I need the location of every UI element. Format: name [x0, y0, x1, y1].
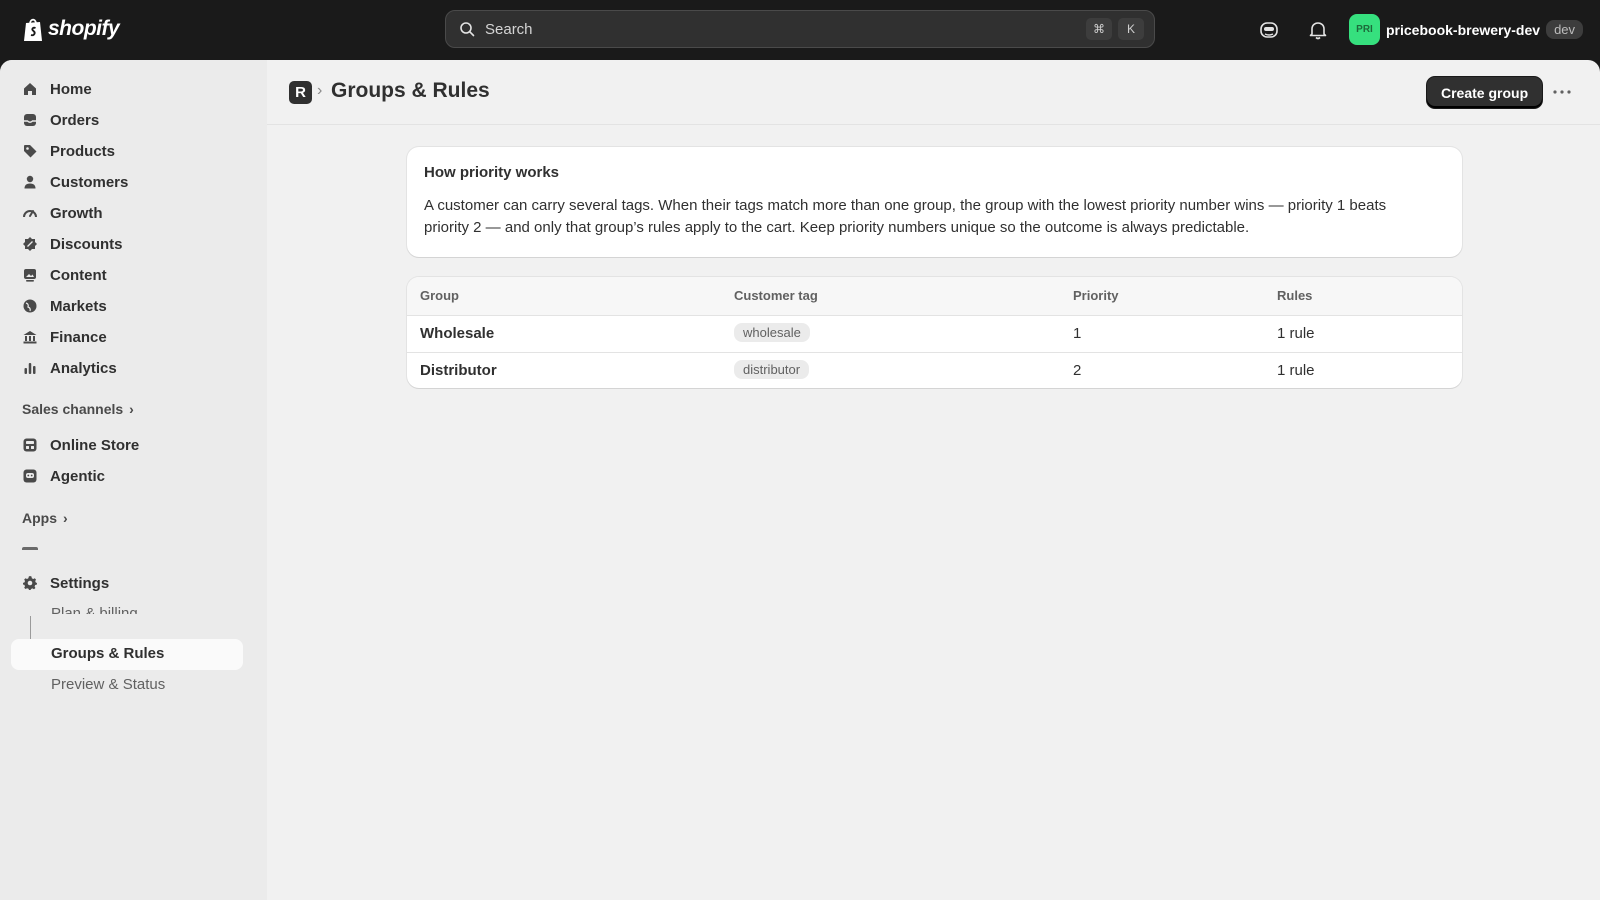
person-icon — [24, 175, 36, 189]
sidebar-item-agentic[interactable]: Agentic — [22, 463, 105, 489]
priority-value: 1 — [1073, 325, 1082, 342]
priority-value: 2 — [1073, 362, 1082, 379]
apps-header[interactable]: Apps › — [22, 510, 68, 526]
search-bar[interactable]: ⌘ K — [445, 10, 1155, 48]
sidebar-item-customers[interactable]: Customers — [22, 169, 128, 195]
group-name[interactable]: Wholesale — [420, 325, 494, 342]
chevron-right-icon: › — [129, 401, 134, 417]
globe-icon — [23, 299, 37, 313]
sidebar-item-orders[interactable]: Orders — [22, 107, 99, 133]
priority-info-card: How priority works A customer can carry … — [407, 147, 1462, 257]
info-card-body: A customer can carry several tags. When … — [424, 197, 1387, 236]
sidebar-item-products[interactable]: Products — [22, 138, 115, 164]
sidebar-item-label: Content — [50, 266, 107, 284]
rules-count: 1 rule — [1277, 362, 1315, 379]
column-header-priority: Priority — [1073, 288, 1119, 303]
sidebar-item-markets[interactable]: Markets — [22, 293, 107, 319]
main-content: R › Groups & Rules Create group How prio… — [267, 60, 1600, 900]
inbox-icon — [24, 114, 36, 126]
gear-icon — [23, 576, 37, 590]
column-header-rules: Rules — [1277, 288, 1313, 303]
robot-icon — [23, 469, 37, 483]
sales-channels-label: Sales channels — [22, 401, 124, 417]
search-input[interactable] — [483, 19, 1086, 39]
sidebar-item-home[interactable]: Home — [22, 76, 92, 102]
sidebar-item-label: Online Store — [50, 436, 140, 454]
sidebar-item-growth[interactable]: Growth — [22, 200, 103, 226]
sidebar-item-label: Settings — [50, 574, 110, 592]
gauge-icon — [23, 210, 37, 218]
image-icon — [24, 269, 36, 282]
sidebar-item-settings[interactable]: Settings — [22, 570, 109, 596]
page-header: R › Groups & Rules Create group — [267, 60, 1600, 125]
shopify-logo[interactable]: shopify — [22, 16, 120, 42]
sidebar-item-label: Orders — [50, 111, 100, 129]
sidebar: Home Orders Products Customers Growth Di… — [0, 60, 267, 900]
tag-icon — [24, 145, 37, 158]
discount-icon — [23, 237, 37, 251]
sidebar-item-label: Finance — [50, 328, 107, 346]
sidebar-subitem-groups-rules-label: Groups & Rules — [51, 645, 165, 662]
customer-tag-badge: distributor — [734, 360, 810, 379]
sidebar-subitem-preview-status[interactable]: Preview & Status — [51, 676, 165, 693]
customer-tag-badge: wholesale — [734, 323, 810, 342]
sidebar-subitem-plan-billing[interactable]: Plan & billing — [51, 602, 138, 614]
shortcut-key-k: K — [1118, 18, 1144, 40]
store-avatar: PRI — [1349, 14, 1380, 45]
sidebar-item-label: Discounts — [50, 235, 123, 253]
sidebar-item-discounts[interactable]: Discounts — [22, 231, 123, 257]
group-name[interactable]: Distributor — [420, 362, 497, 379]
sidebar-item-finance[interactable]: Finance — [22, 324, 107, 350]
home-icon — [24, 83, 36, 95]
table-row[interactable]: Wholesale wholesale 1 1 rule — [407, 316, 1462, 353]
store-switcher[interactable]: PRI pricebook-brewery-dev dev — [1349, 14, 1584, 45]
apps-label: Apps — [22, 510, 57, 526]
bell-icon[interactable] — [1307, 19, 1329, 41]
column-header-group: Group — [420, 288, 459, 303]
table-row[interactable]: Distributor distributor 2 1 rule — [407, 353, 1462, 388]
sidebar-item-label: Home — [50, 80, 92, 98]
top-bar: shopify ⌘ K PRI pricebook-brewery-dev de… — [0, 0, 1600, 60]
shortcut-key-cmd: ⌘ — [1086, 18, 1112, 40]
sidebar-item-label: Markets — [50, 297, 107, 315]
table-header: Group Customer tag Priority Rules — [407, 277, 1462, 316]
admin-frame: Home Orders Products Customers Growth Di… — [0, 60, 1600, 900]
shopify-bag-icon — [24, 18, 42, 41]
app-item-clipped[interactable] — [22, 542, 142, 550]
sidekick-icon[interactable] — [1258, 19, 1280, 41]
create-group-button[interactable]: Create group — [1427, 77, 1543, 108]
sidebar-item-label: Growth — [50, 204, 103, 222]
page-title: Groups & Rules — [331, 79, 490, 102]
more-horizontal-icon — [1553, 90, 1571, 94]
bar-chart-icon — [24, 363, 36, 374]
store-name: pricebook-brewery-dev — [1386, 21, 1541, 38]
sidebar-item-label: Products — [50, 142, 116, 160]
logo-wordmark: shopify — [48, 17, 120, 40]
chevron-right-icon: › — [63, 510, 68, 526]
bank-icon — [23, 331, 37, 344]
store-icon — [23, 438, 37, 452]
groups-table: Group Customer tag Priority Rules Wholes… — [407, 277, 1462, 388]
chevron-right-icon: › — [317, 82, 323, 99]
sidebar-item-online-store[interactable]: Online Store — [22, 432, 139, 458]
sidebar-item-label: Customers — [50, 173, 129, 191]
sales-channels-header[interactable]: Sales channels › — [22, 401, 134, 417]
sidebar-item-label: Analytics — [50, 359, 117, 377]
app-icon — [22, 547, 38, 550]
search-icon — [460, 22, 475, 37]
sidebar-item-label: Agentic — [50, 467, 106, 485]
info-card-title: How priority works — [424, 164, 560, 181]
more-actions-button[interactable] — [1547, 77, 1577, 107]
sidebar-item-analytics[interactable]: Analytics — [22, 355, 117, 381]
sidebar-item-content[interactable]: Content — [22, 262, 107, 288]
column-header-customer-tag: Customer tag — [734, 288, 818, 303]
app-badge[interactable]: R — [289, 81, 312, 104]
rules-count: 1 rule — [1277, 325, 1315, 342]
dev-badge: dev — [1546, 20, 1584, 39]
